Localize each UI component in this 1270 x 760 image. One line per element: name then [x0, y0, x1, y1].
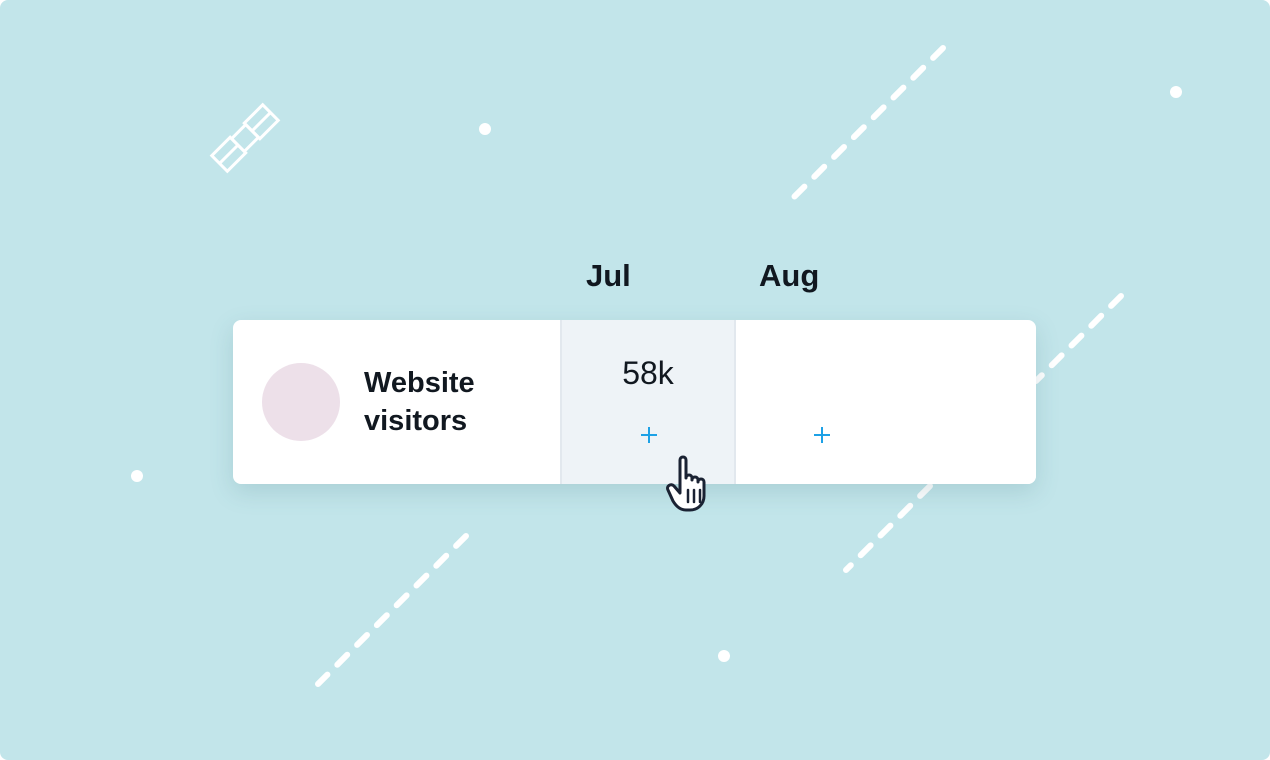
- dashed-line: [791, 45, 946, 200]
- add-value-button-aug[interactable]: [807, 420, 837, 450]
- metric-name-line2: visitors: [364, 405, 468, 437]
- month-header-aug: Aug: [759, 258, 820, 293]
- dashed-line: [1033, 293, 1124, 384]
- card-fade-overlay: [933, 380, 1036, 484]
- hand-pointer-icon: [666, 455, 706, 512]
- metric-cell-aug[interactable]: [734, 320, 904, 484]
- month-header-jul: Jul: [586, 258, 631, 293]
- add-value-button-jul[interactable]: [634, 420, 664, 450]
- metric-row-card: Website visitors 58k: [233, 320, 1036, 484]
- satellite-icon: [209, 102, 281, 174]
- dashed-line: [315, 533, 469, 687]
- decorative-dot: [131, 470, 143, 482]
- decorative-dot: [479, 123, 491, 135]
- decorative-dot: [1170, 86, 1182, 98]
- metric-name-line1: Website: [364, 367, 475, 399]
- decorative-dot: [718, 650, 730, 662]
- dashed-line: [843, 483, 933, 573]
- metric-value-jul: 58k: [622, 355, 674, 391]
- metric-name: Website visitors: [364, 364, 544, 440]
- canvas: Jul Aug Website visitors 58k: [0, 0, 1270, 760]
- metric-avatar: [262, 363, 340, 441]
